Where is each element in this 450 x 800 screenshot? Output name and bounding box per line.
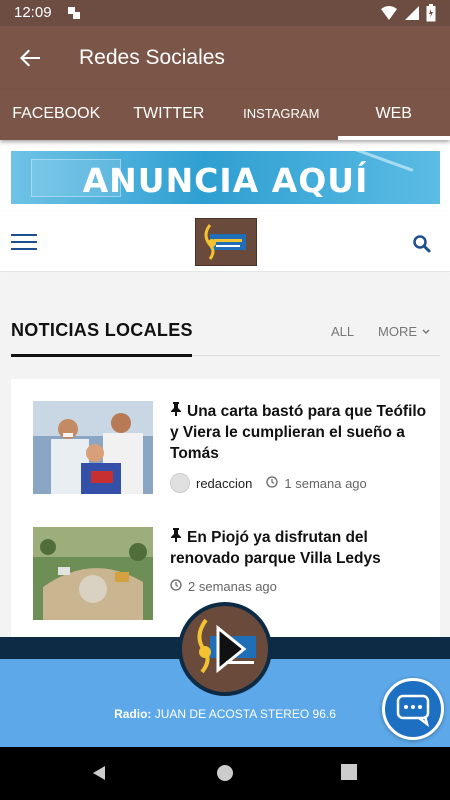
article-thumbnail[interactable] — [33, 401, 153, 494]
chat-bubble-icon — [396, 694, 430, 728]
search-icon[interactable] — [412, 234, 432, 254]
article-time: 1 semana ago — [284, 475, 367, 491]
tab-instagram[interactable]: INSTAGRAM — [225, 90, 338, 140]
wifi-icon — [380, 5, 398, 26]
author-avatar[interactable] — [170, 473, 190, 493]
site-logo[interactable] — [195, 218, 257, 266]
filter-more-dropdown[interactable]: MORE — [378, 324, 431, 339]
pushpin-icon — [170, 401, 182, 422]
social-tabs: FACEBOOK TWITTER INSTAGRAM WEB — [0, 90, 450, 140]
battery-icon — [426, 4, 436, 27]
play-icon — [197, 618, 256, 674]
nav-home-icon[interactable] — [216, 764, 234, 787]
banner-text: ANUNCIA AQUÍ — [82, 161, 369, 200]
article-author[interactable]: redaccion — [196, 476, 252, 491]
news-content: NOTICIAS LOCALES ALL MORE Una carta bast… — [0, 273, 450, 659]
clock-icon — [266, 475, 279, 491]
ad-banner[interactable]: ANUNCIA AQUÍ — [11, 151, 440, 204]
article-meta: redaccion 1 semana ago — [170, 473, 367, 493]
site-header — [0, 212, 450, 272]
article-time: 2 semanas ago — [188, 579, 277, 594]
play-button[interactable] — [178, 602, 272, 696]
notification-icon — [66, 5, 82, 26]
chevron-down-icon — [421, 324, 431, 339]
article-title-text: En Piojó ya disfrutan del renovado parqu… — [170, 529, 381, 567]
article-title[interactable]: Una carta bastó para que Teófilo y Viera… — [170, 401, 428, 464]
status-bar: 12:09 — [0, 0, 450, 26]
filter-all-link[interactable]: ALL — [331, 324, 354, 339]
status-time: 12:09 — [14, 4, 52, 21]
article-title[interactable]: En Piojó ya disfrutan del renovado parqu… — [170, 527, 428, 569]
tab-web[interactable]: WEB — [337, 90, 450, 140]
radio-station-name: JUAN DE ACOSTA STEREO 96.6 — [154, 707, 336, 721]
app-bar: Redes Sociales — [0, 26, 450, 90]
back-button[interactable] — [14, 42, 46, 74]
page-title: Redes Sociales — [79, 46, 225, 69]
radio-prefix: Radio: — [114, 707, 152, 721]
arrow-left-icon — [20, 49, 40, 67]
hamburger-menu-icon[interactable] — [11, 234, 37, 252]
pushpin-icon — [170, 527, 182, 548]
tab-twitter[interactable]: TWITTER — [113, 90, 226, 140]
news-item[interactable]: Una carta bastó para que Teófilo y Viera… — [33, 401, 428, 501]
clock-icon — [170, 579, 182, 594]
article-meta: 2 semanas ago — [170, 579, 277, 594]
article-thumbnail[interactable] — [33, 527, 153, 620]
section-title: NOTICIAS LOCALES — [11, 320, 193, 340]
signal-icon — [404, 5, 420, 26]
more-label: MORE — [378, 324, 417, 339]
nav-back-icon[interactable] — [90, 764, 108, 787]
article-title-text: Una carta bastó para que Teófilo y Viera… — [170, 403, 427, 462]
system-nav-bar — [0, 747, 450, 800]
chat-button[interactable] — [382, 678, 444, 740]
nav-recents-icon[interactable] — [341, 764, 357, 785]
logo-graphic — [204, 224, 246, 260]
section-underline — [11, 354, 192, 357]
tab-facebook[interactable]: FACEBOOK — [0, 90, 113, 140]
